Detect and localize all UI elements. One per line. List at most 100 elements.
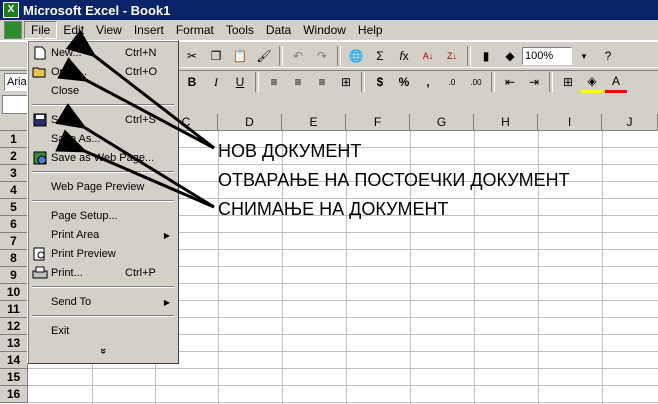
file-menu-save-label: Save: [51, 114, 77, 126]
menu-edit[interactable]: Edit: [57, 22, 90, 38]
align-right-icon[interactable]: ≡: [311, 71, 333, 93]
column-header-h[interactable]: H: [474, 114, 538, 131]
file-menu-close-label: Close: [51, 85, 80, 97]
row-header-3[interactable]: 3: [0, 165, 28, 182]
function-icon[interactable]: fx: [393, 45, 415, 67]
row-header-16[interactable]: 16: [0, 386, 28, 403]
row-header-2[interactable]: 2: [0, 148, 28, 165]
column-header-g[interactable]: G: [410, 114, 474, 131]
increase-decimal-icon[interactable]: .0: [441, 71, 463, 93]
align-left-icon[interactable]: ≡: [263, 71, 285, 93]
hyperlink-icon[interactable]: 🌐: [345, 45, 367, 67]
sort-ascending-icon[interactable]: A↓: [417, 45, 439, 67]
format-painter-icon[interactable]: 🖌: [253, 45, 275, 67]
annotation-save-document: СНИМАЊЕ НА ДОКУМЕНТ: [218, 199, 449, 219]
file-menu-save-as-web[interactable]: Save as Web Page...: [30, 149, 176, 167]
file-menu-dropdown: New... Ctrl+N Open... Ctrl+O Close Save …: [27, 40, 179, 364]
column-header-e[interactable]: E: [282, 114, 346, 131]
font-name-select[interactable]: Aria: [4, 73, 28, 91]
paste-icon[interactable]: 📋: [229, 45, 251, 67]
menu-window[interactable]: Window: [297, 22, 352, 38]
file-menu-save[interactable]: Save Ctrl+S: [30, 111, 176, 129]
menu-help[interactable]: Help: [352, 22, 389, 38]
row-header-9[interactable]: 9: [0, 267, 28, 284]
align-center-icon[interactable]: ≡: [287, 71, 309, 93]
menu-insert[interactable]: Insert: [128, 22, 170, 38]
chevron-down-icon: »: [97, 347, 109, 355]
print-preview-icon: [32, 246, 48, 262]
file-menu-web-preview[interactable]: Web Page Preview: [30, 178, 176, 196]
percent-icon[interactable]: %: [393, 71, 415, 93]
file-menu-page-setup[interactable]: Page Setup...: [30, 207, 176, 225]
chart-wizard-icon[interactable]: ▮: [475, 45, 497, 67]
sort-descending-icon[interactable]: Z↓: [441, 45, 463, 67]
row-header-4[interactable]: 4: [0, 182, 28, 199]
file-menu-exit[interactable]: Exit: [30, 322, 176, 340]
file-menu-print-preview[interactable]: Print Preview: [30, 245, 176, 263]
annotation-new-document: НОВ ДОКУМЕНТ: [218, 141, 362, 161]
row-header-11[interactable]: 11: [0, 301, 28, 318]
fill-color-icon[interactable]: ◈: [581, 71, 603, 93]
file-menu-close[interactable]: Close: [30, 82, 176, 100]
comma-icon[interactable]: ,: [417, 71, 439, 93]
file-menu-save-as-label: Save As...: [51, 133, 101, 145]
row-header-5[interactable]: 5: [0, 199, 28, 216]
file-menu-open-label: Open...: [51, 66, 88, 78]
redo-icon[interactable]: ↷: [311, 45, 333, 67]
file-menu-save-as-web-label: Save as Web Page...: [51, 152, 155, 164]
menu-tools[interactable]: Tools: [220, 22, 260, 38]
column-header-f[interactable]: F: [346, 114, 410, 131]
file-menu-new-label: New...: [51, 47, 82, 59]
help-icon[interactable]: ?: [597, 45, 619, 67]
bold-icon[interactable]: B: [181, 71, 203, 93]
file-menu-send-to[interactable]: Send To ▶: [30, 293, 176, 311]
increase-indent-icon[interactable]: ⇥: [523, 71, 545, 93]
menu-expand-chevron[interactable]: »: [30, 342, 176, 360]
italic-icon[interactable]: I: [205, 71, 227, 93]
column-header-i[interactable]: I: [538, 114, 602, 131]
row-header-14[interactable]: 14: [0, 352, 28, 369]
row-header-6[interactable]: 6: [0, 216, 28, 233]
zoom-dropdown-icon[interactable]: ▼: [573, 45, 595, 67]
row-header-10[interactable]: 10: [0, 284, 28, 301]
select-all-corner[interactable]: [0, 114, 28, 131]
underline-icon[interactable]: U: [229, 71, 251, 93]
workbook-icon[interactable]: [4, 21, 22, 39]
row-header-1[interactable]: 1: [0, 131, 28, 148]
cut-icon[interactable]: ✂: [181, 45, 203, 67]
column-header-d[interactable]: D: [218, 114, 282, 131]
row-header-8[interactable]: 8: [0, 250, 28, 267]
row-header-12[interactable]: 12: [0, 318, 28, 335]
save-disk-icon: [32, 112, 48, 128]
decrease-indent-icon[interactable]: ⇤: [499, 71, 521, 93]
file-menu-print-area[interactable]: Print Area ▶: [30, 226, 176, 244]
file-menu-exit-label: Exit: [51, 325, 70, 337]
undo-icon[interactable]: ↶: [287, 45, 309, 67]
file-menu-save-as[interactable]: Save As...: [30, 130, 176, 148]
file-menu-open[interactable]: Open... Ctrl+O: [30, 63, 176, 81]
font-color-icon[interactable]: A: [605, 71, 627, 93]
zoom-select[interactable]: 100%: [522, 47, 572, 65]
menu-format[interactable]: Format: [170, 22, 220, 38]
menu-file[interactable]: File: [24, 21, 58, 39]
drawing-icon[interactable]: ◆: [499, 45, 521, 67]
decrease-decimal-icon[interactable]: .00: [465, 71, 487, 93]
file-menu-print[interactable]: Print... Ctrl+P: [30, 264, 176, 282]
currency-icon[interactable]: $: [369, 71, 391, 93]
row-header-7[interactable]: 7: [0, 233, 28, 250]
menu-data[interactable]: Data: [260, 22, 297, 38]
autosum-icon[interactable]: Σ: [369, 45, 391, 67]
row-header-13[interactable]: 13: [0, 335, 28, 352]
file-menu-new[interactable]: New... Ctrl+N: [30, 44, 176, 62]
copy-icon[interactable]: ❐: [205, 45, 227, 67]
merge-center-icon[interactable]: ⊞: [335, 71, 357, 93]
file-menu-save-shortcut: Ctrl+S: [125, 114, 156, 126]
borders-icon[interactable]: ⊞: [557, 71, 579, 93]
excel-app-icon: X: [3, 2, 19, 18]
menu-view[interactable]: View: [90, 22, 128, 38]
toolbar-separator: [279, 46, 283, 66]
column-header-j[interactable]: J: [602, 114, 658, 131]
toolbar-separator: [491, 72, 495, 92]
file-menu-print-shortcut: Ctrl+P: [125, 267, 156, 279]
row-header-15[interactable]: 15: [0, 369, 28, 386]
